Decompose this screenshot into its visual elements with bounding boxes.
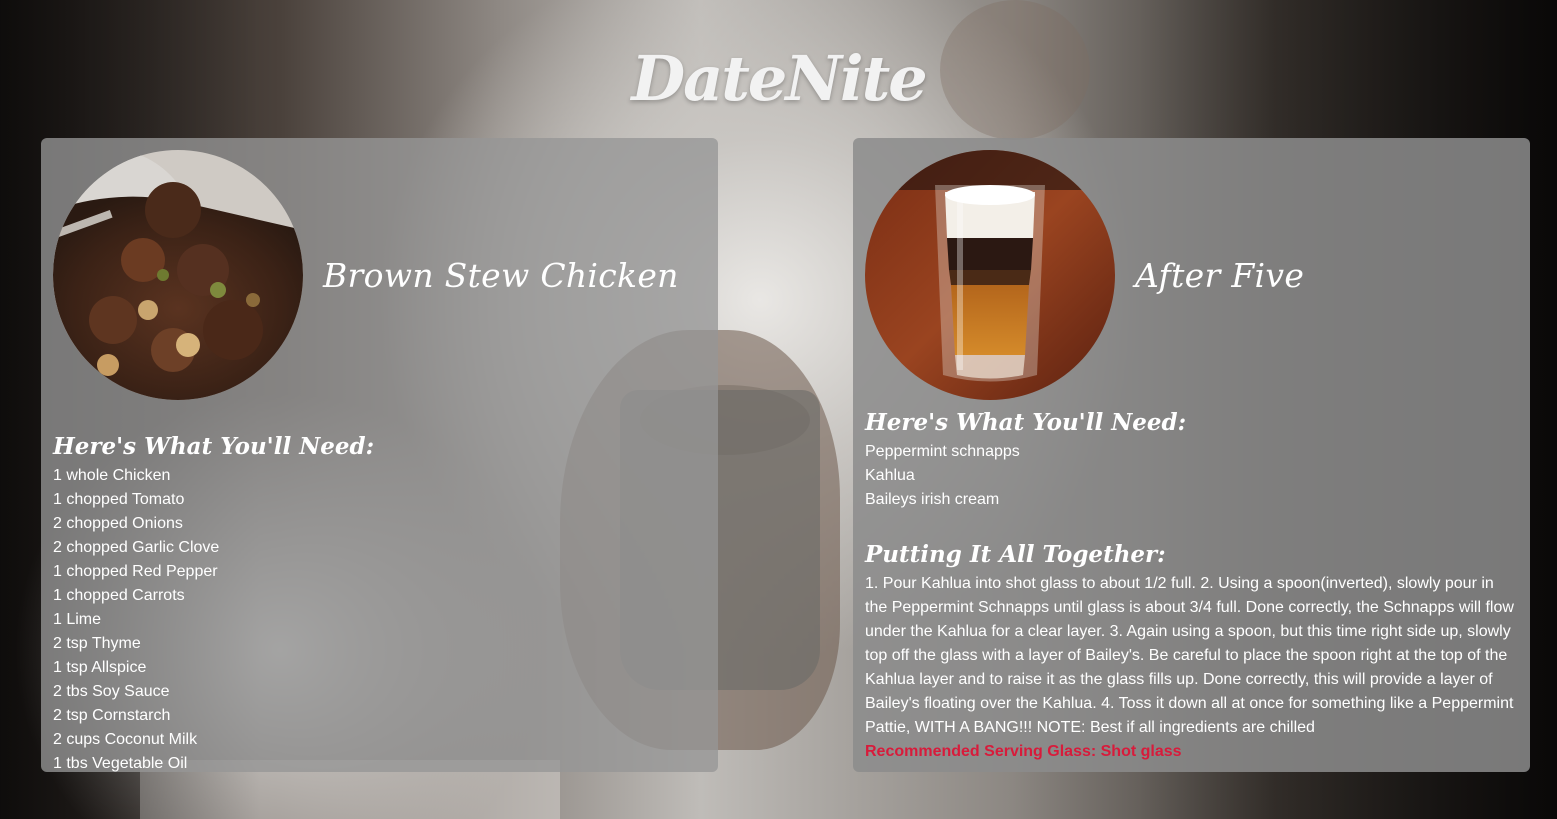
ingredient-item: 2 chopped Onions xyxy=(53,515,183,532)
drink-directions-heading: Putting It All Together: xyxy=(865,541,1166,568)
ingredient-item: 2 tsp Thyme xyxy=(53,635,141,652)
ingredient-item: 2 chopped Garlic Clove xyxy=(53,539,220,556)
ingredient-item: 1 chopped Carrots xyxy=(53,587,185,604)
ingredient-item: 1 tbs Vegetable Oil xyxy=(53,755,188,772)
stew-chicken-photo xyxy=(53,150,303,400)
food-ingredients-heading: Here's What You'll Need: xyxy=(53,433,375,460)
layered-shot-photo xyxy=(865,150,1115,400)
drink-ingredient-list: Peppermint schnapps Kahlua Baileys irish… xyxy=(865,440,1518,512)
food-title: Brown Stew Chicken xyxy=(323,255,679,295)
stew-chicken-image xyxy=(53,150,303,400)
layered-shot-image xyxy=(865,150,1115,400)
ingredient-item: 1 chopped Red Pepper xyxy=(53,563,218,580)
drink-directions-text: 1. Pour Kahlua into shot glass to about … xyxy=(865,575,1514,736)
ingredient-item: Peppermint schnapps xyxy=(865,443,1020,460)
food-recipe-card: Brown Stew Chicken Here's What You'll Ne… xyxy=(41,138,718,772)
site-logo[interactable]: DateNite xyxy=(0,42,1557,115)
ingredient-item: 2 tsp Cornstarch xyxy=(53,707,171,724)
drink-card-header: After Five xyxy=(865,150,1518,400)
food-ingredient-list: 1 whole Chicken 1 chopped Tomato 2 chopp… xyxy=(53,464,706,772)
ingredient-item: 1 whole Chicken xyxy=(53,467,171,484)
ingredient-item: Kahlua xyxy=(865,467,915,484)
ingredient-item: 1 chopped Tomato xyxy=(53,491,185,508)
drink-ingredients-heading: Here's What You'll Need: xyxy=(865,409,1187,436)
drink-title: After Five xyxy=(1135,255,1305,295)
ingredient-item: 2 cups Coconut Milk xyxy=(53,731,198,748)
ingredient-item: 1 tsp Allspice xyxy=(53,659,147,676)
ingredient-item: 2 tbs Soy Sauce xyxy=(53,683,170,700)
ingredient-item: 1 Lime xyxy=(53,611,102,628)
ingredient-item: Baileys irish cream xyxy=(865,491,1000,508)
drink-recipe-card: After Five Here's What You'll Need: Pepp… xyxy=(853,138,1530,772)
serving-glass-note: Recommended Serving Glass: Shot glass xyxy=(865,743,1182,760)
food-card-header: Brown Stew Chicken xyxy=(53,150,706,400)
